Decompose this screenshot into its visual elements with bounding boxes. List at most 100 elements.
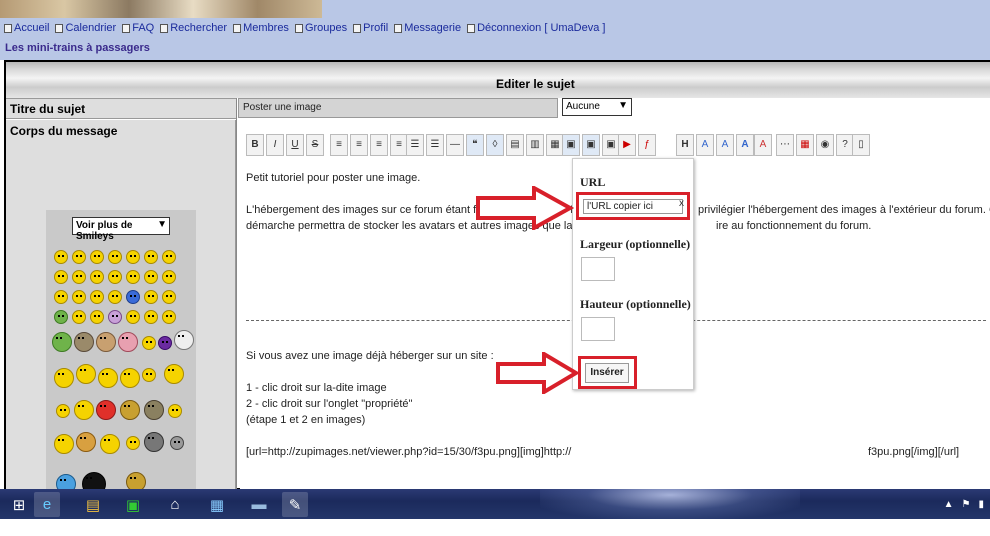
smiley-icon[interactable]: [96, 332, 116, 352]
smiley-icon[interactable]: [108, 250, 122, 264]
smiley-icon[interactable]: [126, 436, 140, 450]
app-tile-icon[interactable]: ▬: [246, 492, 272, 517]
smiley-icon[interactable]: [90, 270, 104, 284]
smiley-icon[interactable]: [96, 400, 116, 420]
smiley-icon[interactable]: [144, 310, 158, 324]
smiley-icon[interactable]: [174, 330, 194, 350]
nav-groupes[interactable]: Groupes: [294, 22, 347, 34]
smiley-icon[interactable]: [72, 310, 86, 324]
highlight-button[interactable]: A: [754, 134, 772, 156]
smiley-icon[interactable]: [126, 270, 140, 284]
smiley-icon[interactable]: [76, 432, 96, 452]
subject-input[interactable]: Poster une image: [238, 98, 558, 118]
smiley-icon[interactable]: [74, 332, 94, 352]
font-icon[interactable]: A: [696, 134, 714, 156]
smiley-icon[interactable]: [54, 368, 74, 388]
smiley-icon[interactable]: [54, 270, 68, 284]
smiley-icon[interactable]: [54, 434, 74, 454]
insert-button[interactable]: Insérer: [585, 363, 629, 383]
store-icon[interactable]: ▣: [120, 492, 146, 517]
nav-membres[interactable]: Membres: [233, 22, 289, 34]
smiley-icon[interactable]: [168, 404, 182, 418]
size-icon[interactable]: A: [716, 134, 734, 156]
nav-faq[interactable]: FAQ: [122, 22, 154, 34]
nav-calendrier[interactable]: Calendrier: [55, 22, 116, 34]
home-app-icon[interactable]: ⌂: [162, 492, 188, 517]
breadcrumb-forum-link[interactable]: Les mini-trains à passagers: [5, 42, 150, 54]
smiley-icon[interactable]: [162, 310, 176, 324]
smileys-select[interactable]: Voir plus de Smileys ▼: [72, 217, 170, 242]
italic-button[interactable]: I: [266, 134, 284, 156]
hr-icon[interactable]: —: [446, 134, 464, 156]
color-button[interactable]: A: [736, 134, 754, 156]
smiley-icon[interactable]: [144, 250, 158, 264]
smiley-icon[interactable]: [170, 436, 184, 450]
smiley-icon[interactable]: [162, 270, 176, 284]
nav-rechercher[interactable]: Rechercher: [160, 22, 227, 34]
smiley-icon[interactable]: [142, 368, 156, 382]
clear-icon[interactable]: x: [679, 198, 684, 209]
link-icon[interactable]: ⋯: [776, 134, 794, 156]
smiley-icon[interactable]: [144, 290, 158, 304]
windows-start-icon[interactable]: ⊞: [6, 492, 32, 517]
smiley-icon[interactable]: [76, 364, 96, 384]
preview-icon[interactable]: ◉: [816, 134, 834, 156]
spoiler-icon[interactable]: ▤: [506, 134, 524, 156]
youtube-icon[interactable]: ▶: [618, 134, 636, 156]
calendar-app-icon[interactable]: ▦: [204, 492, 230, 517]
smiley-icon[interactable]: [100, 434, 120, 454]
strike-button[interactable]: S: [306, 134, 324, 156]
gallery-icon[interactable]: ▣: [582, 134, 600, 156]
flag-icon[interactable]: ⚑: [962, 499, 971, 510]
smiley-icon[interactable]: [158, 336, 172, 350]
bullet-list-icon[interactable]: ☰: [406, 134, 424, 156]
url-input[interactable]: l'URL copier ici: [583, 199, 683, 214]
smiley-icon[interactable]: [90, 290, 104, 304]
smiley-icon[interactable]: [126, 250, 140, 264]
numbered-list-icon[interactable]: ☰: [426, 134, 444, 156]
smiley-icon[interactable]: [120, 368, 140, 388]
width-input[interactable]: [581, 257, 615, 281]
code-icon[interactable]: ◊: [486, 134, 504, 156]
heading-button[interactable]: H: [676, 134, 694, 156]
align-center-icon[interactable]: ≡: [350, 134, 368, 156]
smiley-icon[interactable]: [72, 250, 86, 264]
smiley-icon[interactable]: [126, 310, 140, 324]
smiley-icon[interactable]: [142, 336, 156, 350]
source-icon[interactable]: ▯: [852, 134, 870, 156]
paint-icon[interactable]: ✎: [282, 492, 308, 517]
network-icon[interactable]: ▮: [978, 499, 984, 510]
smiley-icon[interactable]: [108, 310, 122, 324]
align-right-icon[interactable]: ≡: [370, 134, 388, 156]
subject-type-select[interactable]: Aucune ▼: [562, 98, 632, 116]
nav-messagerie[interactable]: Messagerie: [394, 22, 461, 34]
smiley-icon[interactable]: [144, 400, 164, 420]
smiley-icon[interactable]: [56, 404, 70, 418]
align-left-icon[interactable]: ≡: [330, 134, 348, 156]
smiley-icon[interactable]: [126, 290, 140, 304]
bold-button[interactable]: B: [246, 134, 264, 156]
internet-explorer-icon[interactable]: e: [34, 492, 60, 517]
smiley-icon[interactable]: [162, 290, 176, 304]
smiley-icon[interactable]: [144, 270, 158, 284]
smiley-icon[interactable]: [144, 432, 164, 452]
smiley-icon[interactable]: [72, 270, 86, 284]
nav-profil[interactable]: Profil: [353, 22, 388, 34]
smiley-icon[interactable]: [74, 400, 94, 420]
hide-icon[interactable]: ▥: [526, 134, 544, 156]
smiley-icon[interactable]: [108, 270, 122, 284]
smiley-icon[interactable]: [54, 250, 68, 264]
smiley-icon[interactable]: [54, 310, 68, 324]
smiley-icon[interactable]: [120, 400, 140, 420]
smiley-icon[interactable]: [108, 290, 122, 304]
height-input[interactable]: [581, 317, 615, 341]
smiley-icon[interactable]: [164, 364, 184, 384]
smiley-icon[interactable]: [54, 290, 68, 304]
smiley-icon[interactable]: [162, 250, 176, 264]
smiley-icon[interactable]: [98, 368, 118, 388]
notification-up-icon[interactable]: ▲: [944, 499, 954, 510]
file-explorer-icon[interactable]: ▤: [80, 492, 106, 517]
quote-icon[interactable]: ❝: [466, 134, 484, 156]
smiley-icon[interactable]: [72, 290, 86, 304]
smiley-icon[interactable]: [90, 250, 104, 264]
